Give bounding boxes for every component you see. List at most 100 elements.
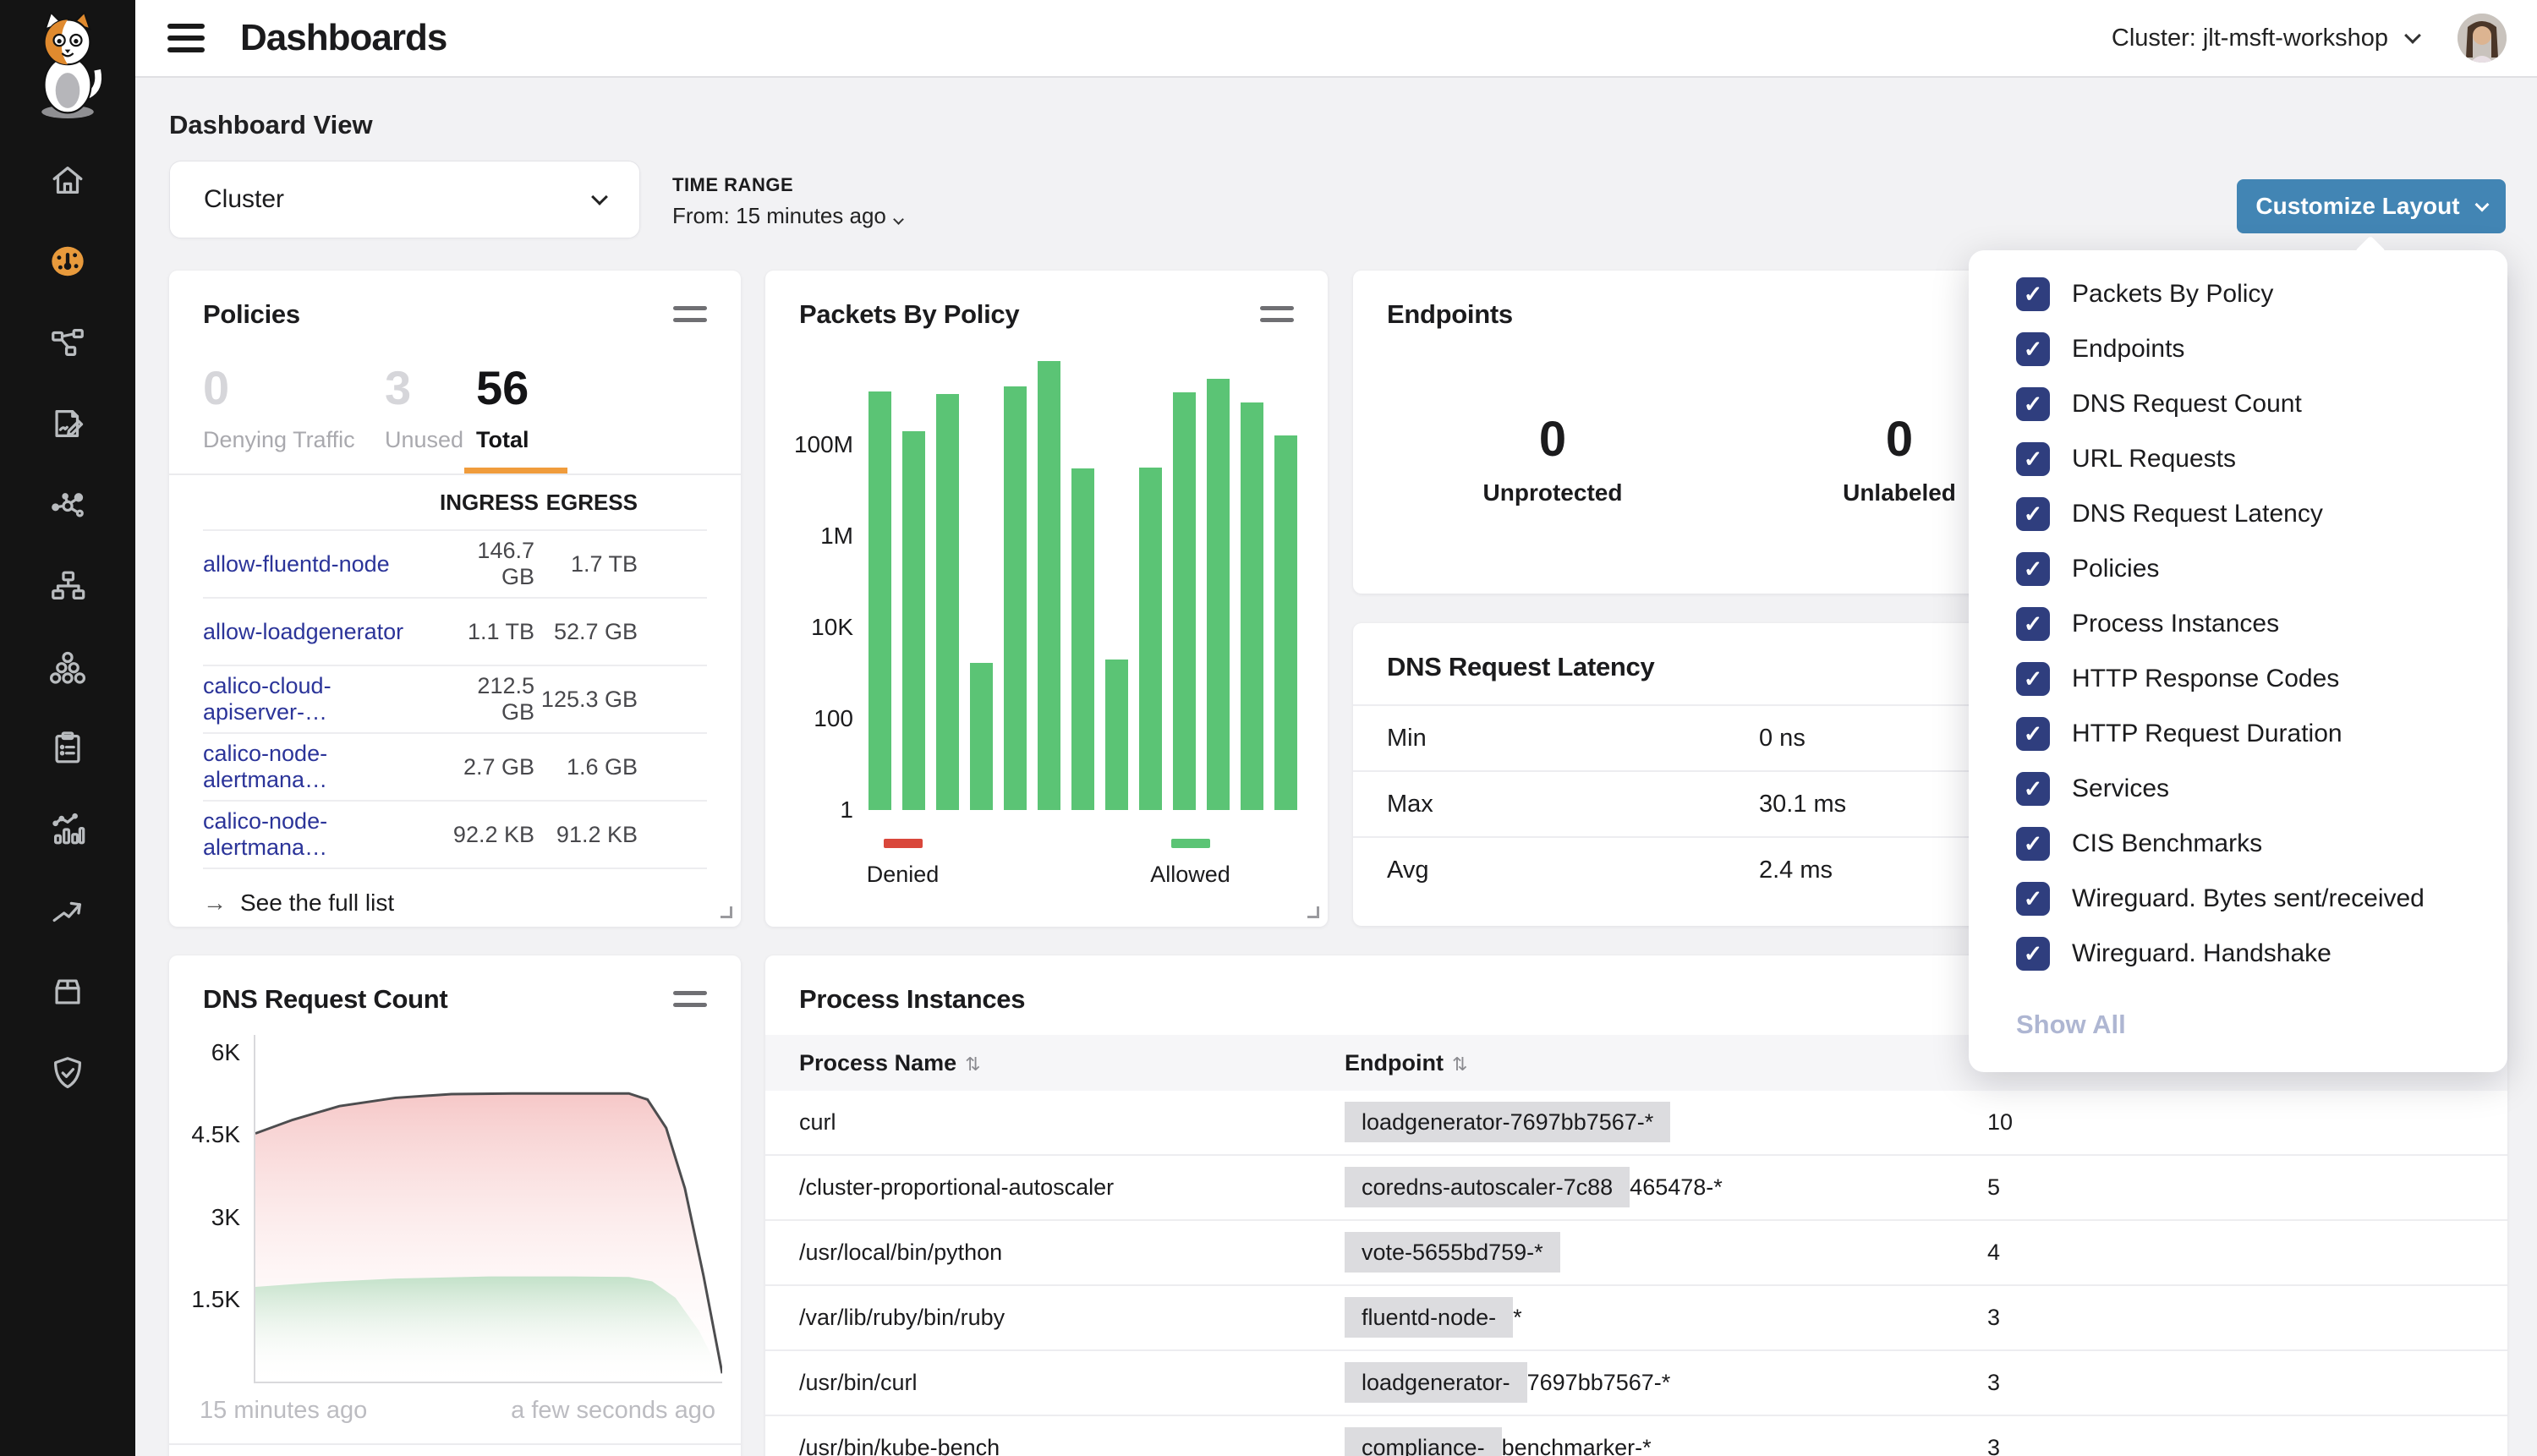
section-label: Dashboard View (169, 110, 373, 140)
sidebar-item-dashboards[interactable] (48, 242, 87, 281)
menu-item-http-response-codes[interactable]: HTTP Response Codes (2016, 662, 2507, 696)
packets-by-policy-card: Packets By Policy 100M 1M 10K 100 1 Deni… (765, 271, 1328, 927)
table-row: calico-node-alertmana… 92.2 KB91.2 KB (203, 800, 707, 868)
sidebar-item-service-graph[interactable] (48, 323, 87, 362)
packets-bar (1173, 392, 1196, 810)
packets-bar (1207, 379, 1230, 810)
checkbox-checked-icon[interactable] (2016, 497, 2050, 531)
ingress-column-header: INGRESS (440, 490, 534, 516)
sidebar-item-threat-defense[interactable] (48, 1054, 87, 1092)
endpoint-chip: loadgenerator-7697bb7567-* (1345, 1102, 1670, 1142)
cluster-selector[interactable]: Cluster: jlt-msft-workshop (2112, 25, 2388, 52)
chart-stats-icon (48, 810, 87, 849)
endpoint-chip: coredns-autoscaler-7c88 (1345, 1167, 1630, 1207)
sidebar-item-policies[interactable] (48, 404, 87, 443)
endpoints-card-title: Endpoints (1387, 299, 1513, 330)
checkbox-checked-icon[interactable] (2016, 882, 2050, 916)
chevron-down-icon[interactable] (2404, 27, 2421, 44)
menu-item-process-instances[interactable]: Process Instances (2016, 607, 2507, 641)
time-range-label: TIME RANGE (672, 174, 902, 196)
packets-bar (970, 663, 993, 810)
checkbox-checked-icon[interactable] (2016, 772, 2050, 806)
see-full-list-link[interactable]: → See the full list (203, 868, 707, 927)
packets-bar (1038, 361, 1060, 810)
policy-link[interactable]: calico-node-alertmana… (203, 741, 440, 793)
policy-link[interactable]: allow-fluentd-node (203, 551, 440, 577)
menu-item-dns-request-count[interactable]: DNS Request Count (2016, 387, 2507, 421)
menu-item-http-request-duration[interactable]: HTTP Request Duration (2016, 717, 2507, 751)
time-range: TIME RANGE From: 15 minutes ago (672, 174, 902, 229)
checkbox-checked-icon[interactable] (2016, 277, 2050, 311)
packets-bar (868, 391, 891, 811)
dashboard-view-select[interactable]: Cluster (169, 161, 640, 238)
endpoint-column-header[interactable]: Endpoint (1345, 1050, 1987, 1076)
user-avatar[interactable] (2458, 14, 2507, 63)
home-icon (48, 161, 87, 200)
sidebar-item-home[interactable] (48, 161, 87, 200)
packets-bar (1004, 386, 1027, 810)
menu-item-dns-request-latency[interactable]: DNS Request Latency (2016, 497, 2507, 531)
area-chart (254, 1035, 722, 1383)
customize-layout-button[interactable]: Customize Layout (2237, 179, 2506, 233)
calico-cat-logo[interactable] (21, 7, 114, 132)
table-row: curl loadgenerator-7697bb7567-* 10 (765, 1091, 2507, 1156)
table-row: allow-loadgenerator 1.1 TB52.7 GB (203, 597, 707, 665)
policy-link[interactable]: calico-cloud-apiserver-… (203, 673, 440, 725)
checkbox-checked-icon[interactable] (2016, 937, 2050, 971)
policy-link[interactable]: allow-loadgenerator (203, 619, 440, 645)
dns-count-card-title: DNS Request Count (203, 984, 447, 1015)
menu-item-services[interactable]: Services (2016, 772, 2507, 806)
drag-handle-icon[interactable] (673, 299, 707, 330)
y-axis: 6K 4.5K 3K 1.5K (181, 1035, 254, 1383)
checkbox-checked-icon[interactable] (2016, 717, 2050, 751)
legend-denied[interactable]: Denied (814, 839, 992, 888)
packets-bar (1274, 435, 1297, 810)
checkbox-checked-icon[interactable] (2016, 552, 2050, 586)
menu-item-url-requests[interactable]: URL Requests (2016, 442, 2507, 476)
sidebar-item-activity[interactable] (48, 810, 87, 849)
drag-handle-icon[interactable] (673, 984, 707, 1015)
checkbox-checked-icon[interactable] (2016, 332, 2050, 366)
checkbox-checked-icon[interactable] (2016, 387, 2050, 421)
sidebar-item-compliance[interactable] (48, 729, 87, 768)
table-row: calico-cloud-apiserver-… 212.5 GB125.3 G… (203, 665, 707, 732)
checkbox-checked-icon[interactable] (2016, 607, 2050, 641)
menu-item-endpoints[interactable]: Endpoints (2016, 332, 2507, 366)
legend-successful[interactable]: Successful 5,572 (169, 1443, 741, 1456)
drag-handle-icon[interactable] (1260, 299, 1294, 330)
show-all-link[interactable]: Show All (2016, 1010, 2507, 1040)
policies-card: Policies 0 Denying Traffic 3 Unused 56 T… (169, 271, 741, 927)
sidebar-item-managed-clusters[interactable] (48, 648, 87, 687)
sidebar-item-trends[interactable] (48, 891, 87, 930)
time-range-value[interactable]: From: 15 minutes ago (672, 203, 902, 229)
sidebar-item-networksets[interactable] (48, 567, 87, 605)
menu-item-wireguard-handshake[interactable]: Wireguard. Handshake (2016, 937, 2507, 971)
sidebar-item-packages[interactable] (48, 972, 87, 1011)
checkbox-checked-icon[interactable] (2016, 442, 2050, 476)
process-name-column-header[interactable]: Process Name (799, 1050, 1345, 1076)
resize-handle[interactable] (721, 906, 732, 918)
sidebar-item-flow-visualizations[interactable] (48, 485, 87, 524)
checkbox-checked-icon[interactable] (2016, 827, 2050, 861)
packets-bar (936, 394, 959, 810)
page-title: Dashboards (240, 17, 447, 59)
chevron-down-icon (2474, 198, 2489, 212)
endpoint-chip: vote-5655bd759-* (1345, 1232, 1560, 1273)
legend-allowed[interactable]: Allowed (1102, 839, 1279, 888)
policy-link[interactable]: calico-node-alertmana… (203, 808, 440, 861)
arrow-right-icon: → (203, 889, 227, 917)
stat-unused: 3 Unused (385, 360, 476, 453)
menu-item-cis-benchmarks[interactable]: CIS Benchmarks (2016, 827, 2507, 861)
packets-bar (902, 431, 925, 810)
hamburger-menu-icon[interactable] (167, 24, 205, 52)
endpoint-chip: loadgenerator- (1345, 1362, 1527, 1403)
checkbox-checked-icon[interactable] (2016, 662, 2050, 696)
menu-item-policies[interactable]: Policies (2016, 552, 2507, 586)
stat-unprotected: 0 Unprotected (1434, 411, 1671, 506)
stat-total[interactable]: 56 Total (476, 360, 529, 453)
stat-denying-traffic: 0 Denying Traffic (203, 360, 385, 453)
menu-item-packets-by-policy[interactable]: Packets By Policy (2016, 277, 2507, 311)
menu-item-wireguard-bytes[interactable]: Wireguard. Bytes sent/received (2016, 882, 2507, 916)
compliance-clipboard-icon (48, 729, 87, 768)
resize-handle[interactable] (1307, 906, 1319, 918)
